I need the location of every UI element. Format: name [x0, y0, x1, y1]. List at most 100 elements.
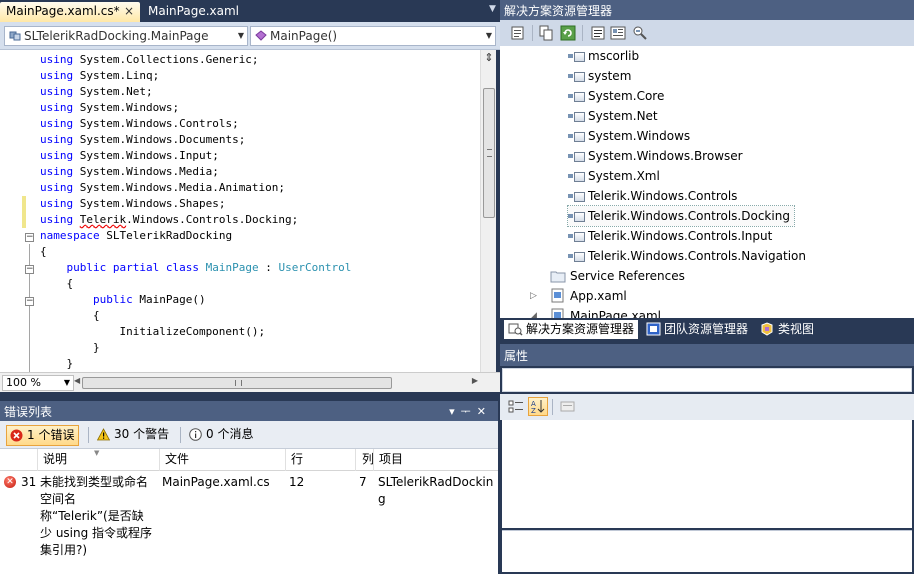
scroll-thumb[interactable] [483, 88, 495, 218]
editor-vertical-scrollbar[interactable]: ⇕ [480, 50, 496, 372]
view-designer-icon[interactable] [610, 25, 626, 41]
code-line: InitializeComponent(); [40, 325, 266, 338]
tree-item-reference[interactable]: mscorlib [568, 46, 639, 66]
refresh-icon[interactable] [560, 25, 576, 41]
zoom-combo[interactable]: 100 % ▼ [2, 375, 74, 391]
close-icon[interactable]: ✕ [477, 405, 492, 418]
tree-item-reference[interactable]: System.Net [568, 106, 658, 126]
tree-item-reference[interactable]: Telerik.Windows.Controls.Input [568, 226, 772, 246]
messages-filter-button[interactable]: 0 个消息 [186, 425, 257, 446]
tree-item-label: system [588, 69, 632, 83]
member-combo[interactable]: MainPage() ▼ [250, 26, 496, 46]
errors-filter-button[interactable]: 1 个错误 [6, 425, 80, 446]
tree-item-reference[interactable]: Telerik.Windows.Controls [568, 186, 737, 206]
type-combo[interactable]: SLTelerikRadDocking.MainPage ▼ [4, 26, 248, 46]
tree-item-label: System.Core [588, 89, 665, 103]
dropdown-icon[interactable]: ▾ [449, 405, 461, 418]
tree-item-main-page[interactable]: MainPage.xaml [550, 306, 661, 318]
tree-item-label: System.Xml [588, 169, 660, 183]
chevron-down-icon[interactable]: ▼ [489, 4, 496, 14]
properties-icon[interactable] [510, 25, 526, 41]
column-header-project[interactable]: 项目 [374, 449, 498, 471]
navigation-bar: SLTelerikRadDocking.MainPage ▼ MainPage(… [0, 22, 500, 50]
tree-item-reference[interactable]: System.Windows [568, 126, 690, 146]
chevron-down-icon: ▼ [237, 31, 244, 40]
class-diagram-icon[interactable] [632, 25, 648, 41]
class-icon [9, 31, 21, 41]
warnings-filter-button[interactable]: 30 个警告 [94, 425, 173, 446]
code-line: using System.Linq; [40, 69, 160, 82]
messages-filter-label: 0 个消息 [206, 427, 254, 441]
properties-object-selector[interactable] [502, 368, 912, 392]
alphabetical-button[interactable]: AZ [528, 397, 548, 416]
table-row[interactable]: ✕ 31 未能找到类型或命名 空间名 称“Telerik”(是否缺少 using 指… [0, 471, 498, 561]
project-line: g [378, 492, 386, 506]
tab-team-explorer[interactable]: 团队资源管理器 [642, 320, 752, 339]
tab-label: 团队资源管理器 [664, 322, 749, 336]
editor-horizontal-scrollbar[interactable]: ◀ ▶ [74, 376, 478, 390]
code-line: public partial class MainPage : UserCont… [66, 261, 352, 274]
outline-collapse-icon[interactable]: − [25, 233, 34, 242]
sort-arrow-icon: ▼ [94, 449, 100, 457]
member-combo-value: MainPage() [270, 29, 338, 43]
error-list-toolbar: 1 个错误 30 个警告 0 个消息 [0, 421, 498, 449]
column-label: 文件 [165, 452, 190, 466]
tree-item-reference[interactable]: Telerik.Windows.Controls.Docking [567, 205, 795, 227]
tree-item-service-references[interactable]: Service References [550, 266, 685, 286]
categorized-button[interactable] [506, 397, 526, 416]
editor-gutter: − − − [0, 50, 38, 372]
show-all-files-icon[interactable] [538, 25, 554, 41]
xaml-file-icon [551, 288, 564, 303]
description-line: 称“Telerik”(是否缺 [40, 509, 144, 523]
view-code-icon[interactable] [590, 25, 606, 41]
error-list-column-header: 说明 ▼ 文件 行 列 项目 [0, 449, 498, 471]
collapse-icon[interactable]: ◢ [530, 311, 537, 318]
column-label: 说明 [43, 452, 68, 466]
code-line: namespace SLTelerikRadDocking [40, 229, 233, 242]
column-header-line[interactable]: 行 [286, 449, 356, 471]
code-line: using System.Net; [40, 85, 153, 98]
column-label: 行 [291, 452, 304, 466]
properties-grid[interactable] [502, 420, 912, 528]
toolbar-separator [552, 399, 553, 415]
svg-text:Z: Z [531, 407, 536, 415]
column-header-description[interactable]: 说明 ▼ [38, 449, 160, 471]
tab-class-view[interactable]: 类视图 [756, 320, 818, 339]
reference-icon [568, 91, 585, 102]
scroll-left-icon[interactable]: ◀ [74, 376, 80, 385]
tree-item-reference[interactable]: System.Core [568, 86, 664, 106]
tree-item-reference[interactable]: Telerik.Windows.Controls.Navigation [568, 246, 806, 266]
code-line: using System.Windows; [40, 101, 180, 114]
pin-icon[interactable]: ᅮ [461, 405, 477, 418]
solution-explorer-title: 解决方案资源管理器 [504, 4, 613, 18]
tab-mainpage-xaml-cs[interactable]: MainPage.xaml.cs* × [0, 2, 140, 22]
reference-icon [568, 51, 585, 62]
code-line: using System.Windows.Controls; [40, 117, 239, 130]
property-pages-button[interactable] [558, 397, 578, 416]
code-line: using System.Collections.Generic; [40, 53, 259, 66]
tree-item-reference[interactable]: system [568, 66, 631, 86]
scroll-right-icon[interactable]: ▶ [472, 376, 478, 385]
error-project: SLTelerikRadDockin g [378, 474, 498, 508]
tab-solution-explorer[interactable]: 解决方案资源管理器 [504, 320, 639, 339]
code-editor[interactable]: − − − using System.Collections.Generic; u… [0, 50, 480, 372]
outline-collapse-icon[interactable]: − [25, 297, 34, 306]
tree-item-app-xaml[interactable]: App.xaml [550, 286, 627, 306]
outline-collapse-icon[interactable]: − [25, 265, 34, 274]
splitter-icon[interactable]: ⇕ [483, 52, 495, 64]
warning-icon [97, 428, 110, 441]
column-header-column[interactable]: 列 [356, 449, 374, 471]
expand-icon[interactable]: ▷ [530, 291, 537, 301]
scroll-thumb[interactable] [82, 377, 392, 389]
reference-icon [568, 231, 585, 242]
tab-mainpage-xaml[interactable]: MainPage.xaml [142, 2, 262, 22]
column-header-index[interactable] [0, 449, 38, 471]
close-icon[interactable]: × [124, 2, 134, 21]
tree-item-reference[interactable]: System.Windows.Browser [568, 146, 743, 166]
tree-item-reference[interactable]: System.Xml [568, 166, 660, 186]
tab-label: MainPage.xaml.cs* [6, 4, 120, 18]
class-view-icon [761, 322, 773, 336]
column-header-file[interactable]: 文件 [160, 449, 286, 471]
reference-icon [568, 151, 585, 162]
folder-icon [550, 271, 566, 283]
